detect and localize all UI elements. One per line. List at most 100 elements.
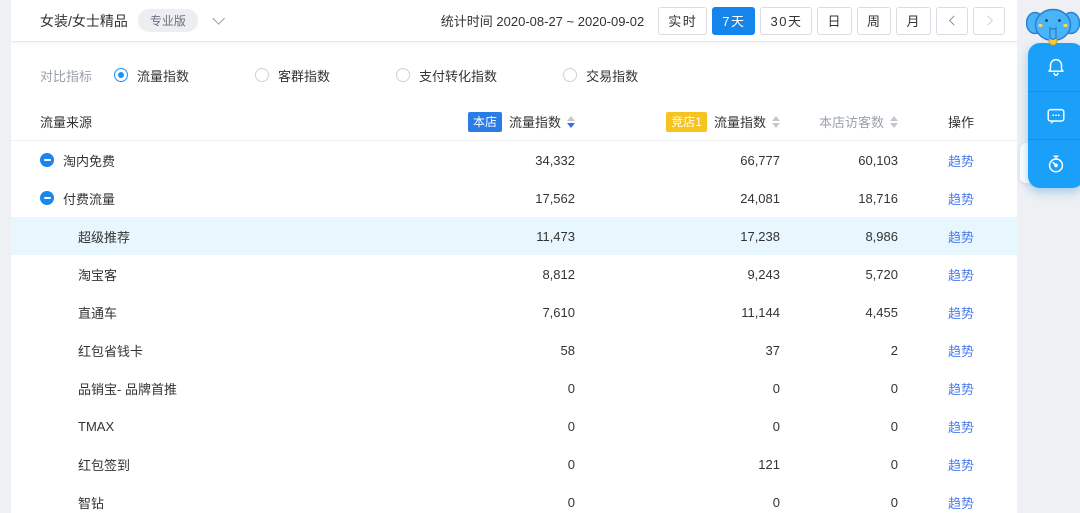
notifications-button[interactable] [1028, 43, 1080, 91]
collapse-icon[interactable] [40, 153, 54, 167]
traffic-source-cell: 超级推荐 [40, 227, 425, 246]
trend-link[interactable]: 趋势 [948, 303, 974, 322]
shop-visitors-value: 60,103 [858, 152, 898, 168]
chevron-left-icon [948, 15, 959, 26]
shop-visitors-value: 0 [890, 494, 898, 510]
metrics-row: 对比指标 流量指数 客群指数 支付转化指数 交易指数 [11, 55, 1017, 95]
elephant-mascot-icon[interactable] [1025, 3, 1080, 47]
traffic-source-cell: 淘宝客 [40, 265, 425, 284]
table-row-10: 智钻 0 0 0 趋势 [11, 483, 1017, 513]
next-page-button[interactable] [973, 6, 1005, 35]
shop-visitors-value: 0 [890, 380, 898, 396]
table-row-9: 红包签到 0 121 0 趋势 [11, 445, 1017, 483]
trend-link[interactable]: 趋势 [948, 455, 974, 474]
main-card: 女装/女士精品 专业版 统计时间 2020-08-27 ~ 2020-09-02… [11, 0, 1017, 513]
traffic-source-name: 付费流量 [63, 191, 116, 207]
column-header-name: 流量来源 [40, 112, 425, 131]
table-row-6: 红包省钱卡 58 37 2 趋势 [11, 331, 1017, 369]
history-button[interactable] [1028, 139, 1080, 188]
traffic-source-cell: 智钻 [40, 493, 425, 512]
shop-visitors-value: 4,455 [865, 304, 898, 320]
competitor-index-value: 37 [765, 342, 780, 358]
traffic-source-cell: 品销宝- 品牌首推 [40, 379, 425, 398]
column-header-visitors: 本店访客数 [780, 112, 898, 131]
shop-index-value: 58 [560, 342, 575, 358]
table-body: 淘内免费 34,332 66,777 60,103 趋势 付费流量 17,562 24,081… [11, 141, 1017, 513]
period-button-周[interactable]: 周 [856, 6, 892, 35]
radio-selected-icon [114, 68, 129, 82]
trend-link[interactable]: 趋势 [948, 493, 974, 512]
shop-index-value: 0 [567, 456, 575, 472]
table-row-2: 付费流量 17,562 24,081 18,716 趋势 [11, 179, 1017, 217]
period-buttons: 实时 7天 30天日周月 [658, 6, 931, 35]
traffic-source-name: 红包省钱卡 [78, 343, 144, 359]
metric-option-4[interactable]: 交易指数 [563, 66, 638, 85]
metric-option-label: 客群指数 [278, 68, 331, 84]
period-button-日[interactable]: 日 [817, 6, 852, 35]
traffic-source-cell: 直通车 [40, 303, 425, 322]
bell-icon [1048, 58, 1064, 76]
column-header-action: 操作 [898, 112, 988, 131]
chevron-right-icon [982, 15, 993, 26]
shop-visitors-value: 2 [890, 342, 898, 358]
sort-icon[interactable] [772, 115, 780, 128]
trend-link[interactable]: 趋势 [948, 227, 974, 246]
shop-index-value: 0 [567, 494, 575, 510]
metric-option-3[interactable]: 支付转化指数 [396, 66, 497, 85]
period-button-7天[interactable]: 7天 [712, 6, 756, 35]
traffic-source-cell: 淘内免费 [40, 151, 425, 170]
trend-link[interactable]: 趋势 [948, 417, 974, 436]
metric-option-2[interactable]: 客群指数 [255, 66, 330, 85]
trend-link[interactable]: 趋势 [948, 189, 974, 208]
table-row-1: 淘内免费 34,332 66,777 60,103 趋势 [11, 141, 1017, 179]
traffic-source-name: TMAX [78, 418, 115, 434]
traffic-source-name: 淘宝客 [78, 267, 118, 283]
trend-link[interactable]: 趋势 [948, 379, 974, 398]
shop-visitors-value: 0 [890, 456, 898, 472]
table-row-5: 直通车 7,610 11,144 4,455 趋势 [11, 293, 1017, 331]
traffic-source-cell: 红包省钱卡 [40, 341, 425, 360]
column-label: 流量指数 [713, 115, 766, 130]
period-button-月[interactable]: 月 [896, 6, 931, 35]
action-cell: 趋势 [898, 303, 988, 322]
metric-option-1[interactable]: 流量指数 [114, 66, 189, 85]
shop-index-value: 17,562 [535, 190, 575, 206]
shop-index-value: 11,473 [536, 228, 575, 244]
table-row-3: 超级推荐 11,473 17,238 8,986 趋势 [11, 217, 1017, 255]
own-shop-badge: 本店 [467, 111, 502, 132]
competitor-index-value: 17,238 [740, 228, 780, 244]
chat-icon [1047, 108, 1065, 124]
traffic-source-name: 淘内免费 [63, 153, 116, 169]
trend-link[interactable]: 趋势 [948, 151, 974, 170]
traffic-source-name: 智钻 [78, 495, 105, 511]
top-bar: 女装/女士精品 专业版 统计时间 2020-08-27 ~ 2020-09-02… [11, 0, 1017, 42]
sort-icon[interactable] [567, 115, 575, 128]
traffic-source-name: 红包签到 [78, 457, 131, 473]
column-header-shop: 本店 流量指数 [425, 111, 575, 132]
action-cell: 趋势 [898, 151, 988, 170]
traffic-source-name: 直通车 [78, 305, 118, 321]
action-cell: 趋势 [898, 227, 988, 246]
column-header-comp: 竞店1 流量指数 [575, 111, 780, 132]
period-button-30天[interactable]: 30天 [760, 6, 813, 35]
chevron-down-icon[interactable] [212, 12, 225, 25]
metrics-label: 对比指标 [40, 68, 93, 84]
period-button-实时[interactable]: 实时 [658, 6, 708, 35]
competitor-index-value: 9,243 [747, 266, 780, 282]
messages-button[interactable] [1028, 90, 1080, 140]
sort-icon[interactable] [890, 115, 898, 128]
prev-page-button[interactable] [936, 6, 968, 35]
radio-icon [255, 68, 270, 82]
table-header: 流量来源 本店 流量指数 竞店1 流量指数 本店访客数 操作 [11, 103, 1017, 141]
collapse-icon[interactable] [40, 191, 54, 205]
shop-index-value: 34,332 [535, 152, 575, 168]
trend-link[interactable]: 趋势 [948, 265, 974, 284]
action-cell: 趋势 [898, 265, 988, 284]
trend-link[interactable]: 趋势 [948, 341, 974, 360]
shop-index-value: 7,610 [542, 304, 575, 320]
competitor-index-value: 0 [772, 494, 780, 510]
action-cell: 趋势 [898, 379, 988, 398]
shop-visitors-value: 5,720 [865, 266, 898, 282]
competitor-index-value: 11,144 [741, 304, 780, 320]
metric-option-label: 交易指数 [586, 68, 639, 84]
